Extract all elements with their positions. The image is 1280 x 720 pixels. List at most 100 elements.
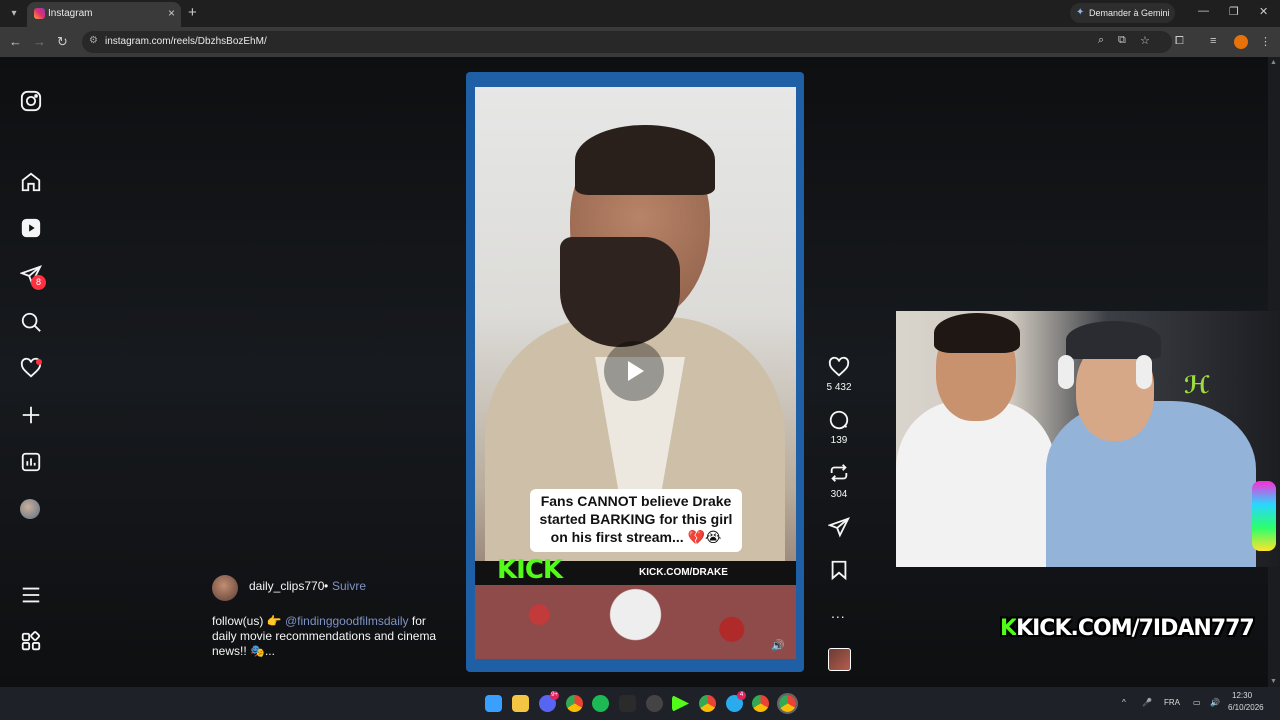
mention-link[interactable]: @findinggoodfilmsdaily xyxy=(285,614,409,628)
tab-instagram[interactable]: Instagram × xyxy=(27,2,181,27)
desc-prefix: follow(us) 👉 xyxy=(212,614,282,628)
kick-overlay-k: K xyxy=(1000,616,1017,641)
g-app-icon[interactable] xyxy=(619,695,636,712)
chrome-profile-3-icon[interactable] xyxy=(752,695,769,712)
volume-tray-icon[interactable]: 🔊 xyxy=(1210,698,1220,707)
like-count: 5 432 xyxy=(826,382,852,393)
headset-right-cup xyxy=(1136,355,1152,389)
obs-icon[interactable] xyxy=(646,695,663,712)
video-caption: Fans CANNOT believe Drake started BARKIN… xyxy=(530,489,742,552)
scroll-up-arrow-icon[interactable]: ▲ xyxy=(1270,59,1277,66)
extensions-icon[interactable]: ⧠ xyxy=(1175,35,1184,48)
comment-icon[interactable] xyxy=(826,409,852,436)
search-icon[interactable] xyxy=(20,311,42,333)
tab-title: Instagram xyxy=(48,8,93,19)
tab-close-icon[interactable]: × xyxy=(168,6,175,20)
profile-avatar[interactable] xyxy=(1234,35,1248,49)
spotify-icon[interactable] xyxy=(592,695,609,712)
author-separator: • xyxy=(324,579,329,593)
install-app-icon[interactable]: ⧉ xyxy=(1118,34,1126,47)
chrome-profile-2-icon[interactable] xyxy=(699,695,716,712)
forward-arrow-icon[interactable]: → xyxy=(33,34,46,49)
more-menu-icon[interactable] xyxy=(20,584,42,606)
instagram-logo-icon[interactable] xyxy=(20,90,42,112)
tab-list-icon[interactable]: ≡ xyxy=(1210,35,1216,47)
share-icon[interactable] xyxy=(826,516,852,543)
dashboard-icon[interactable] xyxy=(20,451,42,473)
streamer-webcam-overlay: ℋ xyxy=(896,311,1280,567)
author-avatar[interactable] xyxy=(212,575,238,601)
save-bookmark-icon[interactable] xyxy=(826,559,852,586)
play-icon xyxy=(628,361,644,381)
author-username[interactable]: daily_clips770 xyxy=(249,579,324,593)
streamer-right-cap xyxy=(1066,321,1161,359)
scroll-down-arrow-icon[interactable]: ▼ xyxy=(1270,678,1277,685)
home-icon[interactable] xyxy=(20,171,42,193)
discord-badge: 9+ xyxy=(550,691,559,700)
streamer-right-body xyxy=(1046,401,1256,567)
instagram-favicon-icon xyxy=(34,8,45,19)
video-figure-hair xyxy=(575,125,715,195)
ask-gemini-label: Demander à Gemini xyxy=(1089,8,1170,18)
address-toolbar: ← → ↻ ⚙ instagram.com/reels/DbzhsBozEhM/… xyxy=(0,27,1280,57)
chrome-menu-icon[interactable]: ⋮ xyxy=(1260,35,1271,48)
tray-chevron-icon[interactable]: ^ xyxy=(1122,698,1126,707)
streamer-left-body xyxy=(896,401,1056,567)
zoom-icon[interactable]: ⌕ xyxy=(1098,34,1104,47)
reel-description[interactable]: follow(us) 👉 @findinggoodfilmsdaily for … xyxy=(212,614,447,659)
play-app-icon[interactable] xyxy=(672,695,689,712)
gaming-chair-logo-icon: ℋ xyxy=(1184,372,1210,399)
file-explorer-icon[interactable] xyxy=(512,695,529,712)
messages-badge: 8 xyxy=(31,275,46,290)
network-icon[interactable]: ▭ xyxy=(1193,698,1201,707)
ask-gemini-button[interactable]: ✦ Demander à Gemini xyxy=(1070,3,1175,23)
language-indicator[interactable]: FRA xyxy=(1164,698,1180,707)
play-button[interactable] xyxy=(604,341,664,401)
clock-time[interactable]: 12:30 xyxy=(1232,691,1252,700)
kick-channel-overlay: KKICK.COM/7IDAN777 xyxy=(1000,616,1255,641)
create-plus-icon[interactable] xyxy=(20,404,42,426)
gemini-sparkle-icon: ✦ xyxy=(1076,7,1085,18)
telegram-badge: 4 xyxy=(737,691,746,700)
chrome-icon[interactable] xyxy=(566,695,583,712)
window-restore-button[interactable]: ❐ xyxy=(1229,5,1239,18)
reels-icon[interactable] xyxy=(20,217,42,239)
repost-icon[interactable] xyxy=(826,462,852,489)
site-info-icon[interactable]: ⚙ xyxy=(89,35,98,46)
back-arrow-icon[interactable]: ← xyxy=(9,34,22,49)
comment-count: 139 xyxy=(830,435,848,446)
original-audio-thumbnail[interactable] xyxy=(828,648,851,671)
kick-overlay-text: KICK.COM/7IDAN777 xyxy=(1016,616,1255,641)
reload-icon[interactable]: ↻ xyxy=(57,34,68,50)
clock-date[interactable]: 6/10/2026 xyxy=(1228,703,1264,712)
kick-logo: KICK xyxy=(497,555,563,585)
windows-taskbar: 9+ 4 ^ 🎤 FRA ▭ 🔊 12:30 6/10/2026 xyxy=(0,687,1280,720)
follow-button[interactable]: Suivre xyxy=(332,579,366,593)
kick-banner: KICK KICK.COM/DRAKE xyxy=(475,555,796,585)
video-roses-background xyxy=(475,585,796,659)
new-tab-button[interactable]: + xyxy=(188,4,197,21)
repost-count: 304 xyxy=(830,489,848,500)
rgb-light xyxy=(1252,481,1276,551)
like-heart-icon[interactable] xyxy=(826,356,852,383)
volume-icon[interactable]: 🔊 xyxy=(771,639,785,652)
window-minimize-button[interactable]: — xyxy=(1198,5,1209,17)
video-figure-beard xyxy=(560,237,680,347)
profile-avatar-sidebar[interactable] xyxy=(20,499,40,519)
window-close-button[interactable]: ✕ xyxy=(1259,5,1268,18)
microphone-icon[interactable]: 🎤 xyxy=(1142,698,1152,707)
kick-url: KICK.COM/DRAKE xyxy=(639,567,728,578)
address-bar[interactable]: ⚙ instagram.com/reels/DbzhsBozEhM/ ⌕ ⧉ ☆ xyxy=(82,31,1172,53)
tab-strip: ▾ Instagram × + ✦ Demander à Gemini — ❐ … xyxy=(0,0,1280,27)
start-windows-icon[interactable] xyxy=(485,695,502,712)
notifications-dot xyxy=(36,359,42,365)
more-options-icon[interactable]: ... xyxy=(831,605,846,621)
reel-video[interactable]: Fans CANNOT believe Drake started BARKIN… xyxy=(475,87,796,659)
streamer-left-hair xyxy=(934,313,1020,353)
chrome-active-icon[interactable] xyxy=(777,693,798,714)
url-text[interactable]: instagram.com/reels/DbzhsBozEhM/ xyxy=(105,36,267,47)
bookmark-star-icon[interactable]: ☆ xyxy=(1140,34,1150,47)
also-from-meta-icon[interactable] xyxy=(20,631,42,653)
tab-search-icon[interactable]: ▾ xyxy=(6,6,22,22)
headset-left-cup xyxy=(1058,355,1074,389)
